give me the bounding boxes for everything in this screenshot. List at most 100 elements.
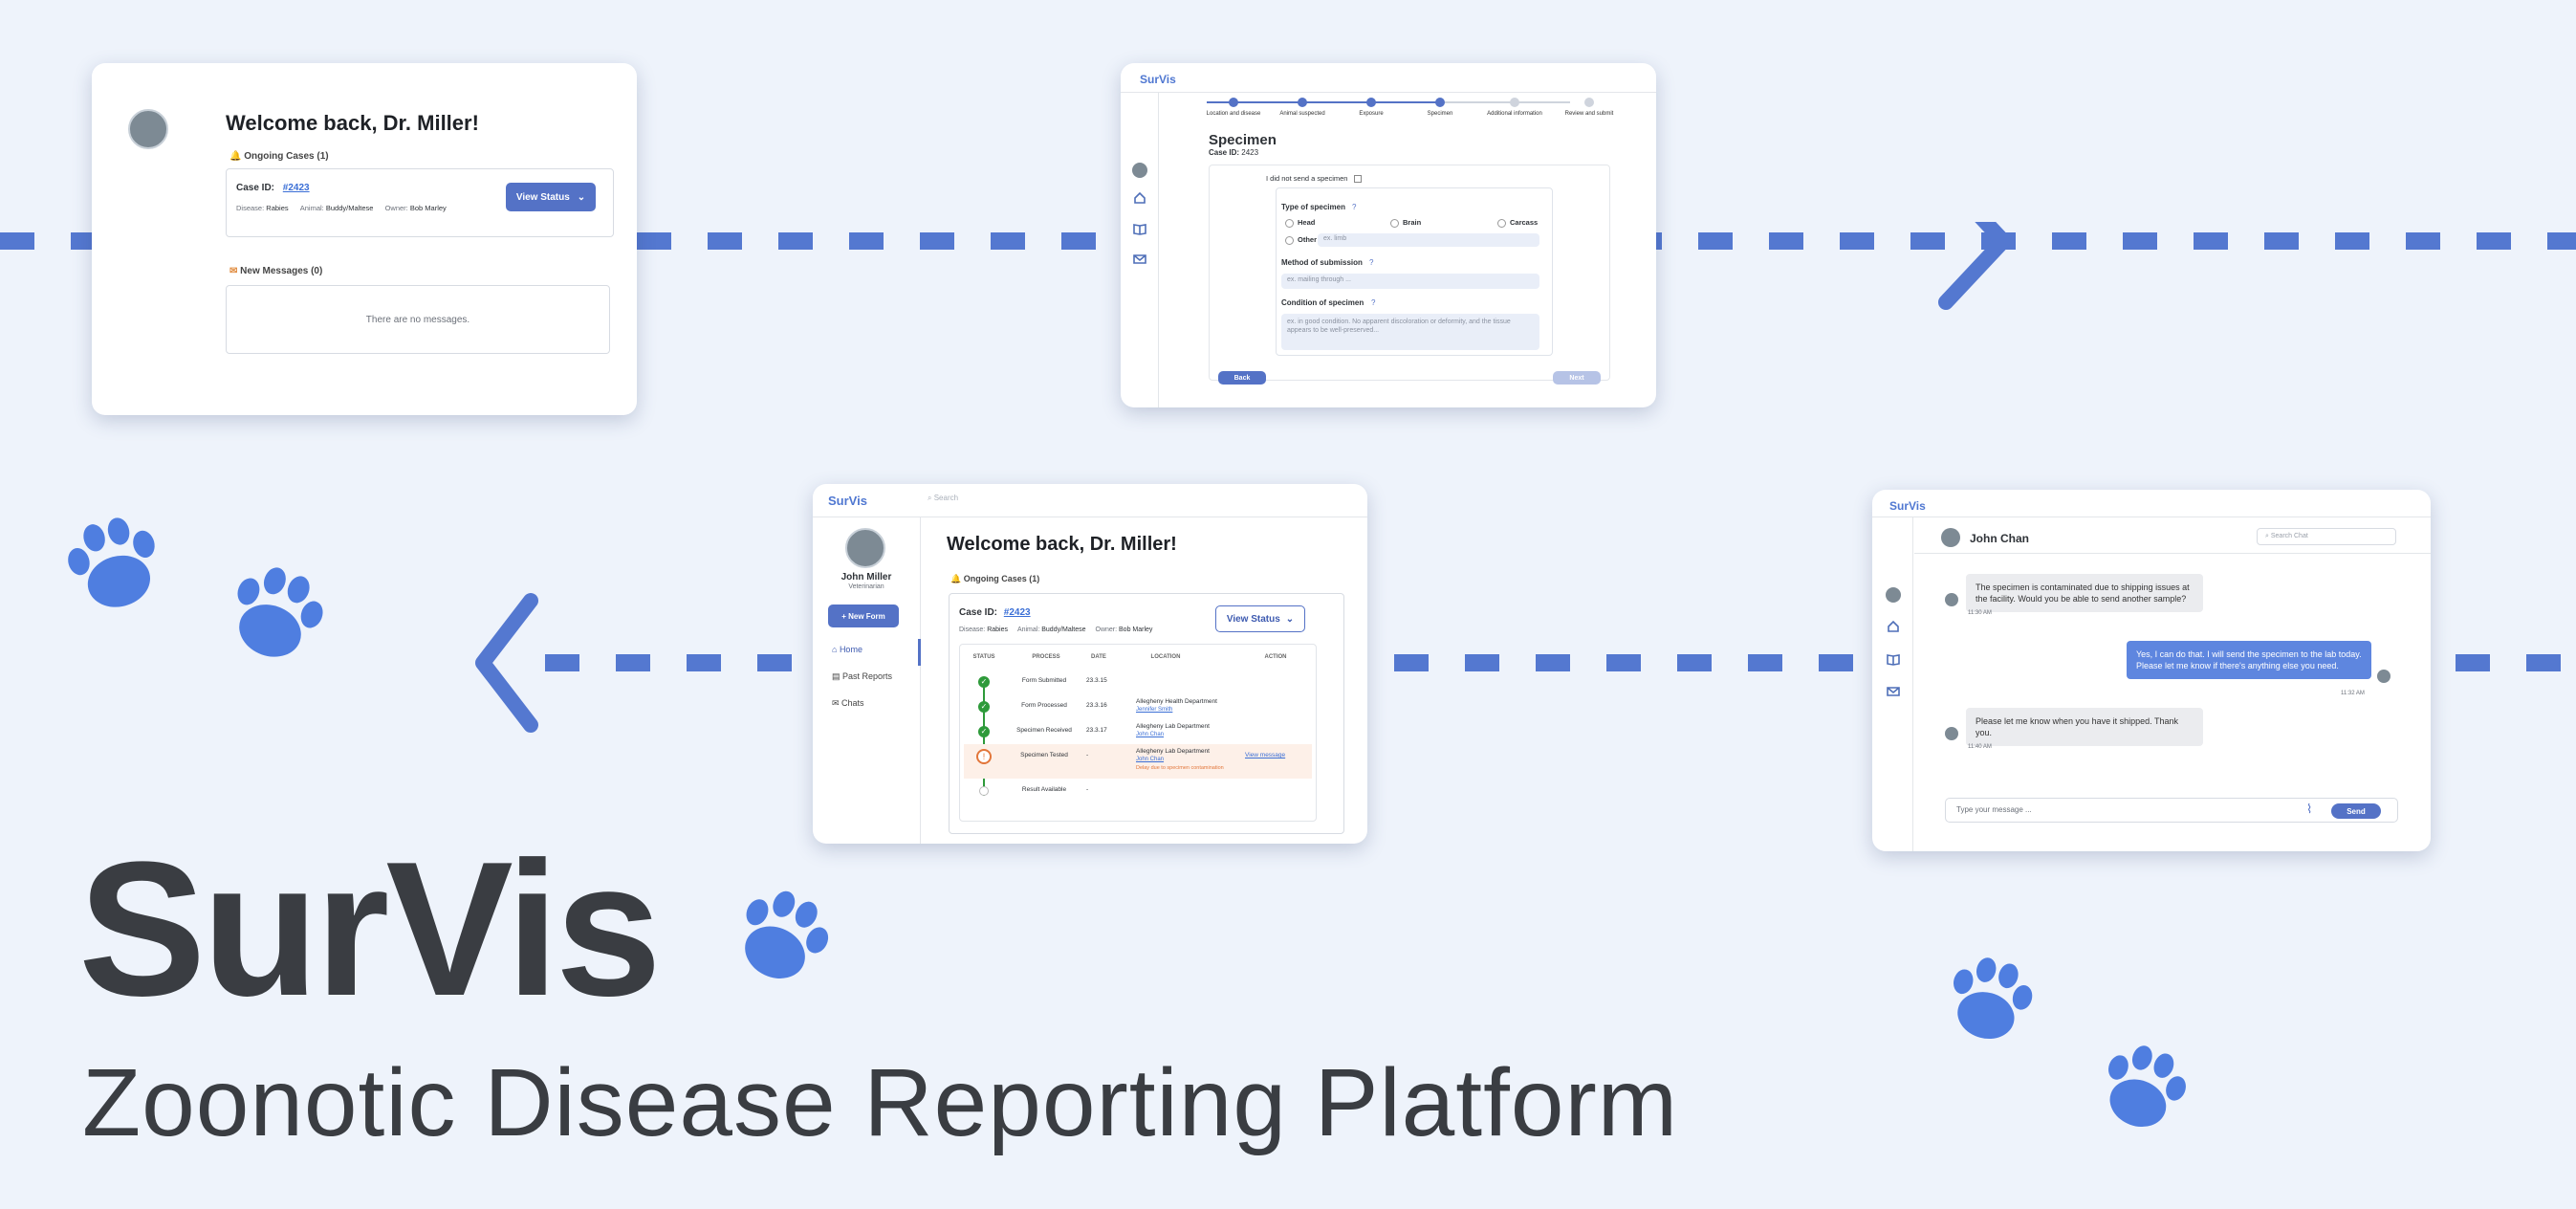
disease-value: Rabies	[987, 626, 1008, 633]
mail-icon[interactable]	[1133, 253, 1146, 266]
message-avatar	[2377, 670, 2390, 683]
no-messages-text: There are no messages.	[365, 314, 470, 325]
radio-carcass[interactable]: Carcass	[1497, 218, 1538, 228]
view-status-button[interactable]: View Status ⌄	[1215, 605, 1305, 632]
new-messages-header: ✉ New Messages (0)	[229, 266, 323, 276]
radio-other[interactable]: Other	[1285, 235, 1317, 245]
column-header: LOCATION	[1150, 654, 1181, 660]
owner-value: Bob Marley	[409, 204, 447, 212]
search-bar[interactable]: ⌕ Search	[928, 494, 958, 503]
step-label: Review and submit	[1564, 111, 1614, 117]
received-message-bubble: Please let me know when you have it ship…	[1966, 708, 2203, 746]
condition-textarea[interactable]: ex. in good condition. No apparent disco…	[1281, 314, 1539, 350]
chevron-down-icon: ⌄	[1285, 613, 1295, 625]
animal-value: Buddy/Maltese	[325, 204, 374, 212]
question-icon: ?	[1352, 203, 1357, 211]
bell-icon: 🔔	[950, 574, 964, 583]
chat-icon: ✉	[832, 698, 842, 708]
case-id-label: Case ID:	[236, 183, 275, 193]
column-header: ACTION	[1264, 654, 1287, 660]
location-cell: Allegheny Health Department	[1136, 698, 1217, 705]
brand-logo: SurVis	[828, 494, 867, 508]
step-marker	[1435, 98, 1445, 107]
next-button[interactable]: Next	[1553, 371, 1601, 385]
animal-value: Buddy/Maltese	[1041, 626, 1086, 633]
contact-link[interactable]: Jennifer Smith	[1136, 707, 1172, 713]
paw-print-icon	[222, 566, 327, 670]
check-icon: ✓	[978, 676, 990, 688]
owner-label: Owner:	[1095, 626, 1118, 633]
case-box: Case ID: #2423 Disease: Rabies Animal: B…	[226, 168, 614, 237]
paw-print-icon	[63, 517, 168, 618]
message-timestamp: 11:32 AM	[2341, 691, 2365, 696]
contact-link[interactable]: John Chan	[1136, 732, 1164, 737]
sidebar-item-past-reports[interactable]: ▤ Past Reports	[832, 671, 892, 682]
hero-subtitle: Zoonotic Disease Reporting Platform	[82, 1049, 1679, 1156]
hero-title: SurVis	[78, 823, 662, 1036]
no-specimen-label: I did not send a specimen	[1266, 174, 1348, 183]
contact-avatar	[1941, 528, 1960, 547]
chat-search-input[interactable]: ⌕ Search Chat	[2257, 528, 2396, 545]
case-panel: Case ID: #2423 Disease: Rabies Animal: B…	[949, 593, 1344, 834]
process-cell: Result Available	[1021, 786, 1067, 793]
chevron-down-icon: ⌄	[577, 191, 586, 203]
book-icon[interactable]	[1133, 222, 1146, 235]
case-id-label: Case ID:	[959, 607, 998, 618]
radio-head[interactable]: Head	[1285, 218, 1315, 228]
radio-brain[interactable]: Brain	[1390, 218, 1421, 228]
check-icon: ✓	[978, 701, 990, 713]
disease-label: Disease:	[236, 204, 265, 212]
other-specimen-input[interactable]: ex. limb	[1318, 233, 1539, 247]
case-id-link[interactable]: #2423	[1004, 607, 1031, 618]
disease-value: Rabies	[266, 204, 289, 212]
case-id-value: 2423	[1241, 148, 1259, 157]
book-icon[interactable]	[1887, 652, 1900, 666]
sidebar-item-chats[interactable]: ✉ Chats	[832, 698, 864, 709]
avatar	[128, 109, 168, 149]
no-specimen-checkbox[interactable]	[1353, 175, 1362, 184]
check-icon: ✓	[978, 726, 990, 737]
contact-name: John Chan	[1970, 532, 2029, 545]
chat-card: SurVis John Chan ⌕ Search Chat Type your…	[1872, 490, 2431, 851]
process-cell: Form Processed	[1021, 702, 1067, 709]
case-id-link[interactable]: #2423	[283, 183, 310, 193]
question-icon: ?	[1371, 298, 1376, 307]
method-input[interactable]: ex. mailing through ...	[1281, 274, 1539, 289]
view-status-button[interactable]: View Status ⌄	[506, 183, 596, 211]
mail-icon[interactable]	[1887, 685, 1900, 698]
paw-print-icon	[1941, 956, 2037, 1048]
messages-box: There are no messages.	[226, 285, 610, 354]
home-icon: ⌂	[832, 645, 840, 654]
brand-logo: SurVis	[1140, 73, 1176, 86]
paperclip-icon[interactable]: ⌇	[2306, 802, 2312, 817]
case-status-card: SurVis ⌕ Search John Miller Veterinarian…	[813, 484, 1367, 844]
back-button[interactable]: Back	[1218, 371, 1266, 385]
message-timestamp: 11:30 AM	[1968, 610, 1992, 616]
alert-icon: !	[976, 749, 992, 764]
welcome-heading: Welcome back, Dr. Miller!	[226, 111, 479, 135]
step-marker	[1366, 98, 1376, 107]
new-form-button[interactable]: + New Form	[828, 604, 899, 627]
location-cell: Allegheny Lab Department	[1136, 723, 1210, 730]
home-icon[interactable]	[1887, 620, 1900, 633]
condition-header: Condition of specimen	[1281, 298, 1364, 307]
step-marker	[1510, 98, 1519, 107]
specimen-form-card: SurVis Specimen Case ID: 2423 I did not …	[1121, 63, 1656, 407]
case-id-label: Case ID:	[1209, 148, 1240, 157]
step-marker	[1229, 98, 1238, 107]
search-icon: ⌕	[928, 494, 934, 502]
home-icon[interactable]	[1133, 191, 1146, 205]
view-message-link[interactable]: View message	[1245, 752, 1285, 758]
step-marker	[1584, 98, 1594, 107]
bell-icon: 🔔	[229, 151, 245, 162]
message-avatar	[1945, 593, 1958, 606]
process-cell: Form Submitted	[1021, 677, 1067, 684]
paw-print-icon	[2094, 1044, 2190, 1139]
send-button[interactable]: Send	[2331, 803, 2381, 819]
contact-link[interactable]: John Chan	[1136, 757, 1164, 762]
ongoing-cases-header: 🔔 Ongoing Cases (1)	[950, 574, 1040, 583]
date-cell: 23.3.15	[1086, 677, 1107, 684]
sidebar-item-home[interactable]: ⌂ Home	[832, 645, 862, 654]
message-input-placeholder: Type your message ...	[1956, 805, 2032, 814]
animal-label: Animal:	[1016, 626, 1040, 633]
